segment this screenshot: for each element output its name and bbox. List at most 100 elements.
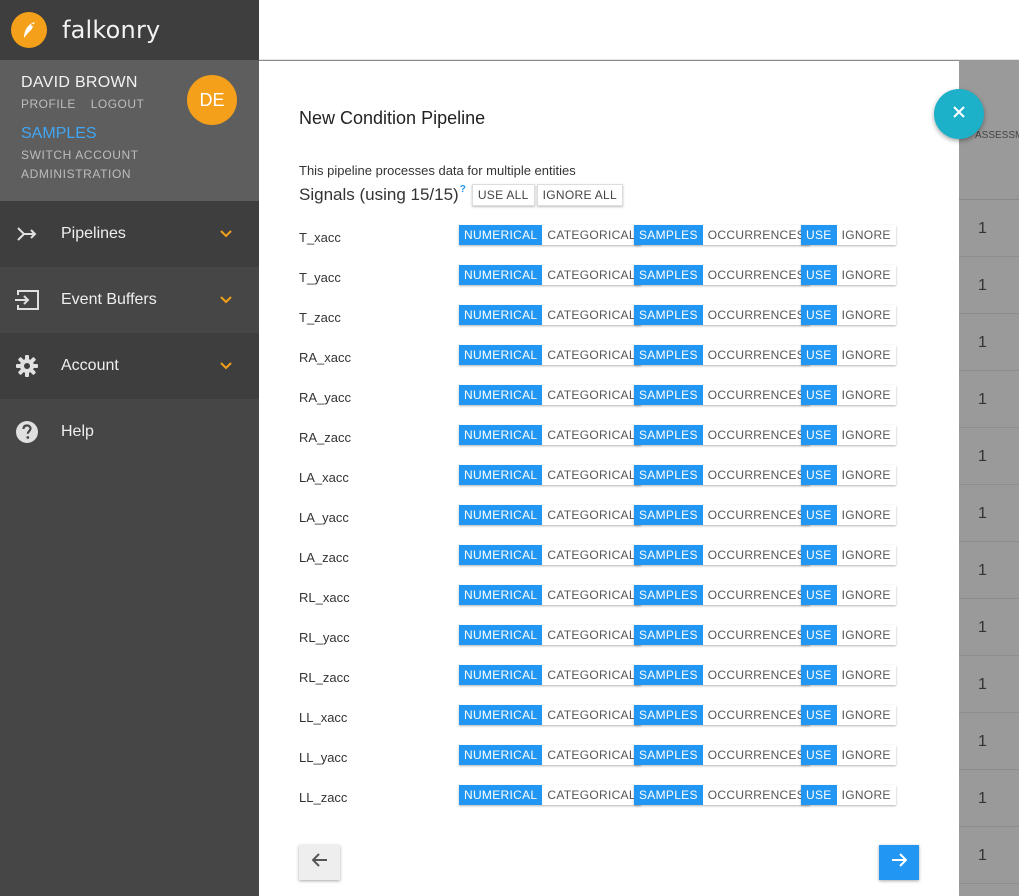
categorical-toggle-button[interactable]: CATEGORICAL [542, 505, 641, 525]
use-toggle-button[interactable]: USE [801, 465, 837, 485]
occurrences-toggle-button[interactable]: OCCURRENCES [702, 385, 811, 405]
ignore-toggle-button[interactable]: IGNORE [836, 305, 896, 325]
nav-account[interactable]: Account [0, 333, 259, 399]
samples-toggle-button[interactable]: SAMPLES [634, 625, 703, 645]
ignore-toggle-button[interactable]: IGNORE [836, 585, 896, 605]
numerical-toggle-button[interactable]: NUMERICAL [459, 745, 543, 765]
samples-toggle-button[interactable]: SAMPLES [634, 305, 703, 325]
numerical-toggle-button[interactable]: NUMERICAL [459, 225, 543, 245]
numerical-toggle-button[interactable]: NUMERICAL [459, 785, 543, 805]
numerical-toggle-button[interactable]: NUMERICAL [459, 665, 543, 685]
ignore-all-button[interactable]: IGNORE ALL [536, 184, 624, 206]
categorical-toggle-button[interactable]: CATEGORICAL [542, 665, 641, 685]
numerical-toggle-button[interactable]: NUMERICAL [459, 425, 543, 445]
numerical-toggle-button[interactable]: NUMERICAL [459, 585, 543, 605]
categorical-toggle-button[interactable]: CATEGORICAL [542, 785, 641, 805]
chevron-down-icon[interactable] [220, 291, 232, 309]
occurrences-toggle-button[interactable]: OCCURRENCES [702, 465, 811, 485]
use-toggle-button[interactable]: USE [801, 665, 837, 685]
occurrences-toggle-button[interactable]: OCCURRENCES [702, 505, 811, 525]
numerical-toggle-button[interactable]: NUMERICAL [459, 505, 543, 525]
switch-account-link[interactable]: SWITCH ACCOUNT [21, 148, 259, 162]
ignore-toggle-button[interactable]: IGNORE [836, 625, 896, 645]
occurrences-toggle-button[interactable]: OCCURRENCES [702, 545, 811, 565]
samples-toggle-button[interactable]: SAMPLES [634, 545, 703, 565]
chevron-down-icon[interactable] [220, 357, 232, 375]
samples-toggle-button[interactable]: SAMPLES [634, 425, 703, 445]
occurrences-toggle-button[interactable]: OCCURRENCES [702, 625, 811, 645]
use-toggle-button[interactable]: USE [801, 305, 837, 325]
categorical-toggle-button[interactable]: CATEGORICAL [542, 585, 641, 605]
numerical-toggle-button[interactable]: NUMERICAL [459, 265, 543, 285]
samples-toggle-button[interactable]: SAMPLES [634, 465, 703, 485]
use-toggle-button[interactable]: USE [801, 225, 837, 245]
categorical-toggle-button[interactable]: CATEGORICAL [542, 705, 641, 725]
samples-toggle-button[interactable]: SAMPLES [634, 665, 703, 685]
use-toggle-button[interactable]: USE [801, 345, 837, 365]
ignore-toggle-button[interactable]: IGNORE [836, 225, 896, 245]
signals-help-link[interactable]: ? [460, 184, 466, 195]
ignore-toggle-button[interactable]: IGNORE [836, 385, 896, 405]
categorical-toggle-button[interactable]: CATEGORICAL [542, 305, 641, 325]
categorical-toggle-button[interactable]: CATEGORICAL [542, 425, 641, 445]
occurrences-toggle-button[interactable]: OCCURRENCES [702, 305, 811, 325]
categorical-toggle-button[interactable]: CATEGORICAL [542, 265, 641, 285]
numerical-toggle-button[interactable]: NUMERICAL [459, 625, 543, 645]
occurrences-toggle-button[interactable]: OCCURRENCES [702, 425, 811, 445]
administration-link[interactable]: ADMINISTRATION [21, 167, 259, 181]
categorical-toggle-button[interactable]: CATEGORICAL [542, 385, 641, 405]
ignore-toggle-button[interactable]: IGNORE [836, 345, 896, 365]
profile-link[interactable]: PROFILE [21, 97, 76, 111]
occurrences-toggle-button[interactable]: OCCURRENCES [702, 265, 811, 285]
use-toggle-button[interactable]: USE [801, 545, 837, 565]
categorical-toggle-button[interactable]: CATEGORICAL [542, 465, 641, 485]
categorical-toggle-button[interactable]: CATEGORICAL [542, 345, 641, 365]
ignore-toggle-button[interactable]: IGNORE [836, 745, 896, 765]
categorical-toggle-button[interactable]: CATEGORICAL [542, 625, 641, 645]
back-button[interactable] [299, 845, 340, 880]
current-account[interactable]: SAMPLES [21, 125, 259, 143]
brand-header[interactable]: falkonry [0, 0, 259, 60]
use-toggle-button[interactable]: USE [801, 705, 837, 725]
samples-toggle-button[interactable]: SAMPLES [634, 225, 703, 245]
ignore-toggle-button[interactable]: IGNORE [836, 425, 896, 445]
use-toggle-button[interactable]: USE [801, 385, 837, 405]
occurrences-toggle-button[interactable]: OCCURRENCES [702, 665, 811, 685]
occurrences-toggle-button[interactable]: OCCURRENCES [702, 225, 811, 245]
use-toggle-button[interactable]: USE [801, 625, 837, 645]
close-dialog-button[interactable] [934, 89, 984, 139]
categorical-toggle-button[interactable]: CATEGORICAL [542, 545, 641, 565]
categorical-toggle-button[interactable]: CATEGORICAL [542, 225, 641, 245]
samples-toggle-button[interactable]: SAMPLES [634, 385, 703, 405]
ignore-toggle-button[interactable]: IGNORE [836, 545, 896, 565]
ignore-toggle-button[interactable]: IGNORE [836, 265, 896, 285]
samples-toggle-button[interactable]: SAMPLES [634, 505, 703, 525]
categorical-toggle-button[interactable]: CATEGORICAL [542, 745, 641, 765]
ignore-toggle-button[interactable]: IGNORE [836, 465, 896, 485]
use-toggle-button[interactable]: USE [801, 425, 837, 445]
ignore-toggle-button[interactable]: IGNORE [836, 665, 896, 685]
ignore-toggle-button[interactable]: IGNORE [836, 505, 896, 525]
occurrences-toggle-button[interactable]: OCCURRENCES [702, 345, 811, 365]
samples-toggle-button[interactable]: SAMPLES [634, 785, 703, 805]
use-toggle-button[interactable]: USE [801, 785, 837, 805]
samples-toggle-button[interactable]: SAMPLES [634, 745, 703, 765]
use-toggle-button[interactable]: USE [801, 265, 837, 285]
use-all-button[interactable]: USE ALL [471, 184, 535, 206]
use-toggle-button[interactable]: USE [801, 745, 837, 765]
avatar[interactable]: DE [187, 75, 237, 125]
ignore-toggle-button[interactable]: IGNORE [836, 785, 896, 805]
numerical-toggle-button[interactable]: NUMERICAL [459, 305, 543, 325]
samples-toggle-button[interactable]: SAMPLES [634, 585, 703, 605]
occurrences-toggle-button[interactable]: OCCURRENCES [702, 785, 811, 805]
occurrences-toggle-button[interactable]: OCCURRENCES [702, 705, 811, 725]
ignore-toggle-button[interactable]: IGNORE [836, 705, 896, 725]
samples-toggle-button[interactable]: SAMPLES [634, 265, 703, 285]
nav-help[interactable]: Help [0, 399, 259, 465]
numerical-toggle-button[interactable]: NUMERICAL [459, 465, 543, 485]
next-button[interactable] [879, 845, 919, 880]
chevron-down-icon[interactable] [220, 225, 232, 243]
numerical-toggle-button[interactable]: NUMERICAL [459, 545, 543, 565]
occurrences-toggle-button[interactable]: OCCURRENCES [702, 585, 811, 605]
samples-toggle-button[interactable]: SAMPLES [634, 705, 703, 725]
